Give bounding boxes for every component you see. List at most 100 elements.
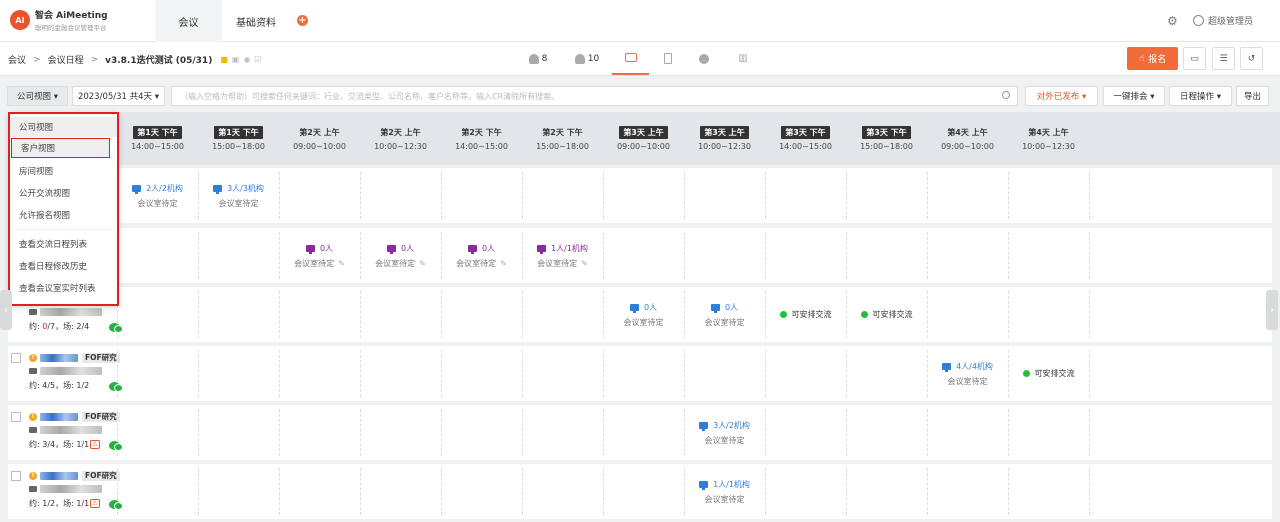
table-row-extra (1102, 228, 1272, 283)
slot-day: 第4天 上午 (1028, 128, 1069, 137)
meeting-cell[interactable]: 0人 会议室待定 ✎ (360, 228, 441, 283)
lock-icon[interactable]: ▣ (232, 55, 244, 64)
schedule-header-extra (1102, 112, 1280, 165)
menu-item-company-view[interactable]: 公司视图 (10, 117, 117, 137)
menu-item-signup-view[interactable]: 允许报名视图 (10, 205, 117, 225)
row-checkbox[interactable] (11, 353, 21, 363)
meeting-cell[interactable]: 4人/4机构 会议室待定 (927, 346, 1008, 401)
edit-feather-icon[interactable]: ✎ (419, 259, 426, 268)
attendee-count[interactable]: 0人 (401, 243, 414, 254)
scroll-left-button[interactable]: ‹ (0, 290, 12, 330)
attendee-count[interactable]: 0人 (644, 302, 657, 313)
warning-icon[interactable]: ⚠ (90, 440, 100, 449)
settings-button[interactable]: ☰ (1212, 47, 1235, 70)
tab-meeting[interactable]: 会议 (155, 0, 222, 42)
view-tab-chart[interactable]: ▥ (735, 42, 751, 75)
meeting-cell[interactable]: 2人/2机构 会议室待定 (117, 168, 198, 223)
view-tab-people[interactable]: 10 (571, 42, 603, 75)
wechat-icon[interactable] (109, 323, 123, 333)
breadcrumb-meeting[interactable]: 会议 (8, 53, 26, 66)
eye-icon[interactable]: ◉ (243, 55, 254, 64)
available-label: 可安排交流 (791, 310, 832, 319)
available-cell[interactable]: 可安排交流 (846, 287, 927, 342)
attendee-count[interactable]: 3人/2机构 (713, 420, 750, 431)
signup-button[interactable]: ☝ 报名 (1127, 47, 1178, 70)
contact-name (40, 367, 102, 375)
available-cell[interactable]: 可安排交流 (765, 287, 846, 342)
attendee-count[interactable]: 0人 (725, 302, 738, 313)
menu-item-customer-view[interactable]: 客户视图 (11, 138, 110, 158)
attendee-count[interactable]: 2人/2机构 (146, 183, 183, 194)
wechat-icon[interactable] (109, 500, 123, 510)
tab-basic-data[interactable]: 基础资料 (222, 0, 290, 42)
attendee-count[interactable]: 1人/1机构 (713, 479, 750, 490)
publish-status-button[interactable]: 对外已发布 ▾ (1025, 86, 1098, 106)
cell-divider (765, 232, 766, 279)
time-slot-header: 第2天 上午 09:00~10:00 (279, 112, 360, 165)
edit-feather-icon[interactable]: ✎ (338, 259, 345, 268)
view-select[interactable]: 公司视图 ▾ (7, 86, 68, 106)
bookmark-icon[interactable]: ■ (220, 55, 232, 64)
meeting-cell[interactable]: 0人 会议室待定 (684, 287, 765, 342)
menu-item-change-history[interactable]: 查看日程修改历史 (10, 256, 117, 276)
edit-feather-icon[interactable]: ✎ (500, 259, 507, 268)
gear-icon[interactable]: ⚙ (1167, 14, 1178, 28)
meeting-cell[interactable]: 1人/1机构 会议室待定 ✎ (522, 228, 603, 283)
company-name[interactable] (40, 354, 78, 362)
edit-feather-icon[interactable]: ✎ (581, 259, 588, 268)
slot-day: 第1天 下午 (133, 126, 182, 139)
booking-stats: 约: 0/7，场: 2/4 (29, 322, 90, 331)
slot-time: 09:00~10:00 (941, 142, 994, 151)
search-icon[interactable] (1002, 91, 1010, 99)
contact-name (40, 308, 102, 316)
meeting-cell[interactable]: 0人 会议室待定 ✎ (279, 228, 360, 283)
date-select[interactable]: 2023/05/31 共4天 ▾ (72, 86, 165, 106)
row-checkbox[interactable] (11, 471, 21, 481)
check-icon[interactable]: ☑ (254, 55, 265, 64)
add-tab-icon[interactable]: + (297, 15, 308, 26)
breadcrumb-schedule[interactable]: 会议日程 (48, 53, 84, 66)
warning-icon[interactable]: ⚠ (90, 499, 100, 508)
menu-item-room-realtime[interactable]: 查看会议室实时列表 (10, 278, 117, 298)
info-icon[interactable]: ! (29, 354, 37, 362)
row-checkbox[interactable] (11, 412, 21, 422)
attendee-count[interactable]: 1人/1机构 (551, 243, 588, 254)
history-button[interactable]: ↺ (1240, 47, 1263, 70)
contact-card-icon (29, 427, 37, 433)
attendee-count[interactable]: 4人/4机构 (956, 361, 993, 372)
cell-divider (846, 172, 847, 219)
wechat-icon[interactable] (109, 441, 123, 451)
view-tab-location[interactable] (697, 42, 713, 75)
monitor-icon (699, 480, 709, 490)
export-button[interactable]: 导出 (1236, 86, 1269, 106)
monitor-button[interactable]: ▭ (1183, 47, 1206, 70)
attendee-count[interactable]: 0人 (482, 243, 495, 254)
meeting-cell[interactable]: 3人/2机构 会议室待定 (684, 405, 765, 460)
attendee-count[interactable]: 3人/3机构 (227, 183, 264, 194)
menu-item-schedule-list[interactable]: 查看交流日程列表 (10, 234, 117, 254)
company-tag: FOF研究 (82, 353, 120, 363)
auto-schedule-button[interactable]: 一键排会 ▾ (1103, 86, 1165, 106)
wechat-icon[interactable] (109, 382, 123, 392)
available-cell[interactable]: 可安排交流 (1008, 346, 1089, 401)
info-icon[interactable]: ! (29, 413, 37, 421)
attendee-count[interactable]: 0人 (320, 243, 333, 254)
search-input[interactable]: （输入空格为帮助）可搜索任何关键词：行业、交流类型、公司名称、客户名称等。输入C… (171, 86, 1018, 106)
view-tab-calendar[interactable] (612, 42, 649, 75)
schedule-ops-button[interactable]: 日程操作 ▾ (1169, 86, 1232, 106)
monitor-icon (386, 244, 396, 254)
user-menu[interactable]: 超级管理员 (1193, 14, 1253, 27)
meeting-cell[interactable]: 0人 会议室待定 ✎ (441, 228, 522, 283)
info-icon[interactable]: ! (29, 472, 37, 480)
meeting-cell[interactable]: 1人/1机构 会议室待定 (684, 464, 765, 519)
logo[interactable]: AI 智会 AiMeeting 聪明的金融会议管理平台 (10, 8, 108, 32)
menu-item-public-view[interactable]: 公开交流视图 (10, 183, 117, 203)
meeting-cell[interactable]: 3人/3机构 会议室待定 (198, 168, 279, 223)
menu-item-room-view[interactable]: 房间视图 (10, 161, 117, 181)
scroll-right-button[interactable]: › (1266, 290, 1278, 330)
view-tab-document[interactable] (660, 42, 676, 75)
company-name[interactable] (40, 413, 78, 421)
meeting-cell[interactable]: 0人 会议室待定 (603, 287, 684, 342)
company-name[interactable] (40, 472, 78, 480)
view-tab-person[interactable]: 8 (525, 42, 551, 75)
